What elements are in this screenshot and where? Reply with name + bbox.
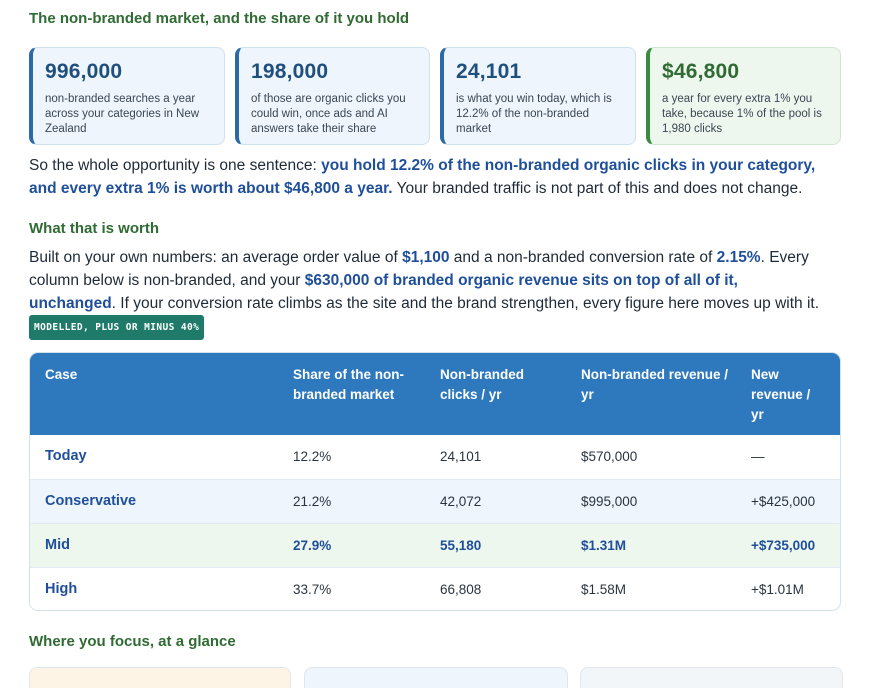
stat-card-value-per-percent: $46,800 a year for every extra 1% you ta… [646,47,841,145]
cell-share: 27.9% [293,538,332,553]
cell-new-revenue: +$735,000 [751,538,816,553]
header-revenue: Non-branded revenue / yr [581,367,729,402]
stat-card-clicks-today: 24,101 is what you win today, which is 1… [440,47,636,145]
cell-clicks: 42,072 [440,494,482,509]
summary-paragraph: So the whole opportunity is one sentence… [29,154,841,200]
cell-new-revenue: — [751,449,765,464]
cell-new-revenue: +$425,000 [751,494,816,509]
cell-case: Today [45,448,87,464]
cell-clicks: 66,808 [440,582,482,597]
cell-case: Mid [45,537,70,553]
cell-clicks: 24,101 [440,449,482,464]
cell-case: Conservative [45,493,137,509]
cell-clicks: 55,180 [440,538,482,553]
cell-share: 33.7% [293,582,332,597]
cell-revenue: $570,000 [581,449,638,464]
table-row-high: High 33.7% 66,808 $1.58M +$1.01M [30,567,840,610]
cell-revenue: $1.31M [581,538,627,553]
stat-card-organic-clicks: 198,000 of those are organic clicks you … [235,47,430,145]
modelled-badge: MODELLED, PLUS OR MINUS 40% [29,315,205,340]
cell-revenue: $1.58M [581,582,627,597]
stat-description: of those are organic clicks you could wi… [251,93,406,135]
cell-new-revenue: +$1.01M [751,582,804,597]
table-header: Case Share of the non-branded market Non… [30,353,840,435]
header-new-revenue: New revenue / yr [751,367,811,422]
conversion-rate: 2.15% [716,249,761,266]
cell-revenue: $995,000 [581,494,638,509]
worth-text: Built on your own numbers: an average or… [29,249,403,266]
stat-value: $46,800 [662,60,740,83]
stat-cards: 996,000 non-branded searches a year acro… [29,47,841,147]
table-row-conservative: Conservative 21.2% 42,072 $995,000 +$425… [30,479,840,523]
stat-description: a year for every extra 1% you take, beca… [662,93,822,135]
order-value: $1,100 [402,249,450,266]
header-case: Case [45,367,78,382]
header-share: Share of the non-branded market [293,367,404,402]
stat-value: 996,000 [45,60,123,83]
table-row-mid: Mid 27.9% 55,180 $1.31M +$735,000 [30,523,840,567]
cell-share: 21.2% [293,494,332,509]
focus-card [304,667,568,688]
table-row-today: Today 12.2% 24,101 $570,000 — [30,435,840,479]
section-heading-focus: Where you focus, at a glance [29,633,236,650]
stat-value: 198,000 [251,60,329,83]
stat-card-searches: 996,000 non-branded searches a year acro… [29,47,225,145]
cell-share: 12.2% [293,449,332,464]
worth-paragraph: Built on your own numbers: an average or… [29,246,829,340]
stat-description: non-branded searches a year across your … [45,93,200,135]
section-heading-worth: What that is worth [29,220,159,237]
stat-value: 24,101 [456,60,522,83]
worth-text: and a non-branded conversion rate of [449,249,717,266]
worth-text: . If your conversion rate climbs as the … [111,295,820,312]
header-clicks: Non-branded clicks / yr [440,367,524,402]
stat-description: is what you win today, which is 12.2% of… [456,93,612,135]
cell-case: High [45,581,78,597]
section-heading-market: The non-branded market, and the share of… [29,10,410,27]
focus-card [29,667,291,688]
summary-text: So the whole opportunity is one sentence… [29,157,322,174]
scenario-table: Case Share of the non-branded market Non… [29,352,841,611]
summary-text-end: Your branded traffic is not part of this… [392,180,803,197]
focus-card [580,667,843,688]
